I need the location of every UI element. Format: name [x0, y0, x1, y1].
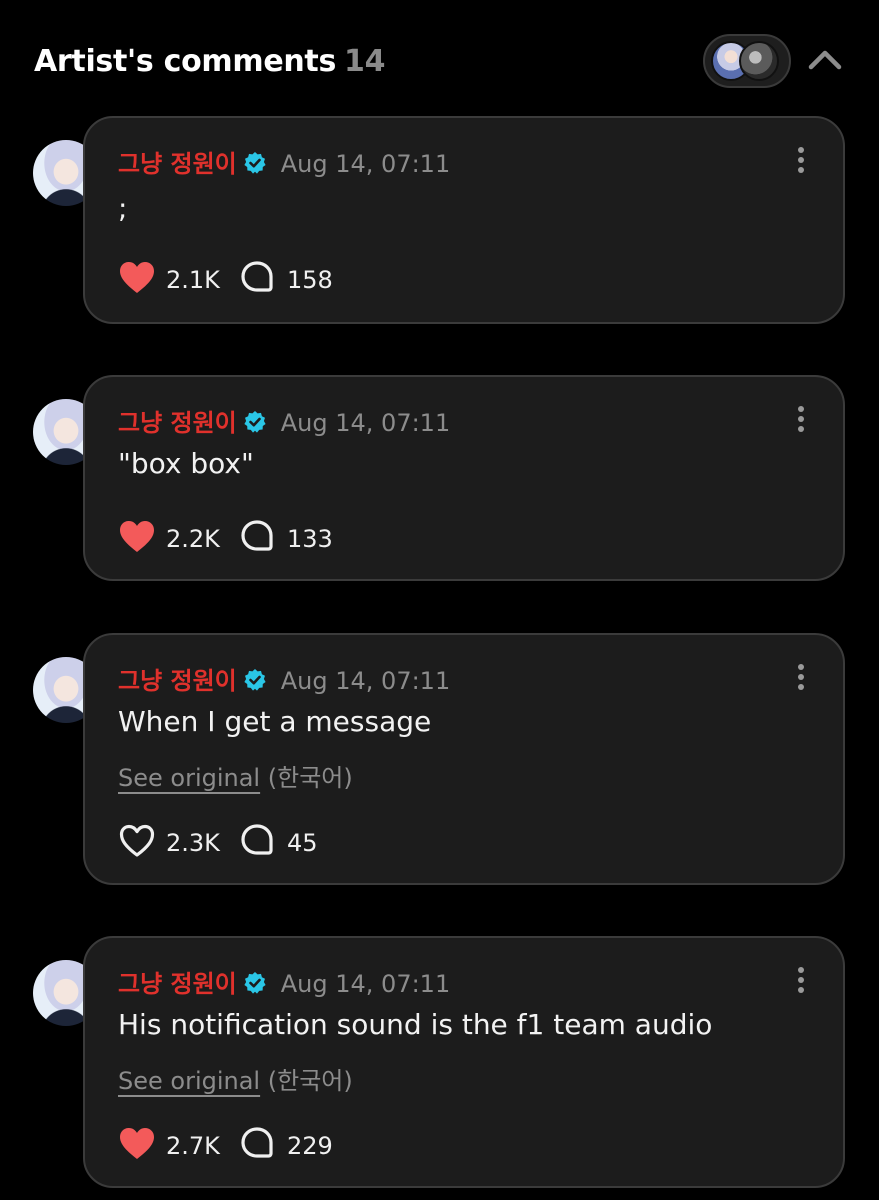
like-count: 2.2K	[166, 525, 220, 553]
author-name[interactable]: 그냥 정원이	[118, 409, 237, 437]
more-vertical-icon[interactable]	[797, 663, 805, 691]
comment-icon[interactable]	[240, 1126, 274, 1160]
see-original: See original (한국어)	[118, 1061, 353, 1096]
verified-icon	[244, 669, 266, 691]
comment-text: "box box"	[118, 447, 254, 480]
comment-date: Aug 14, 07:11	[280, 150, 451, 178]
comment-card[interactable]: 그냥 정원이 Aug 14, 07:11 ; 2.1K 158	[83, 116, 845, 324]
like-count: 2.3K	[166, 829, 220, 857]
heart-icon[interactable]	[118, 1126, 156, 1162]
comment-card[interactable]: 그냥 정원이 Aug 14, 07:11 His notification sou…	[83, 936, 845, 1188]
see-original-link[interactable]: See original	[118, 764, 260, 792]
chevron-up-icon[interactable]	[807, 46, 843, 72]
comment-icon[interactable]	[240, 260, 274, 294]
see-original-link[interactable]: See original	[118, 1067, 260, 1095]
like-count: 2.7K	[166, 1132, 220, 1160]
artist-avatar-2	[739, 41, 779, 81]
comment-meta: 그냥 정원이 Aug 14, 07:11	[118, 403, 450, 438]
section-title: Artist's comments 14	[34, 44, 386, 79]
more-vertical-icon[interactable]	[797, 146, 805, 174]
comment-text: When I get a message	[118, 705, 432, 738]
section-title-label: Artist's comments	[34, 44, 337, 79]
verified-icon	[244, 972, 266, 994]
reply-count: 229	[287, 1132, 333, 1160]
artist-avatars-toggle[interactable]	[703, 34, 791, 88]
author-name[interactable]: 그냥 정원이	[118, 970, 237, 998]
like-count: 2.1K	[166, 266, 220, 294]
comment-count: 14	[344, 44, 386, 79]
original-language: (한국어)	[267, 1067, 353, 1095]
reply-count: 45	[287, 829, 318, 857]
comment-meta: 그냥 정원이 Aug 14, 07:11	[118, 661, 450, 696]
author-name[interactable]: 그냥 정원이	[118, 667, 237, 695]
reply-count: 133	[287, 525, 333, 553]
comment-icon[interactable]	[240, 823, 274, 857]
comment-date: Aug 14, 07:11	[280, 667, 451, 695]
comment-date: Aug 14, 07:11	[280, 970, 451, 998]
verified-icon	[244, 152, 266, 174]
heart-icon[interactable]	[118, 823, 156, 859]
more-vertical-icon[interactable]	[797, 966, 805, 994]
comments-header: Artist's comments 14	[34, 34, 879, 88]
comment-text: ;	[118, 192, 128, 225]
reply-count: 158	[287, 266, 333, 294]
comment-text: His notification sound is the f1 team au…	[118, 1008, 713, 1041]
heart-icon[interactable]	[118, 260, 156, 296]
comment-date: Aug 14, 07:11	[280, 409, 451, 437]
more-vertical-icon[interactable]	[797, 405, 805, 433]
heart-icon[interactable]	[118, 519, 156, 555]
see-original: See original (한국어)	[118, 758, 353, 793]
verified-icon	[244, 411, 266, 433]
comment-icon[interactable]	[240, 519, 274, 553]
comment-meta: 그냥 정원이 Aug 14, 07:11	[118, 144, 450, 179]
comment-card[interactable]: 그냥 정원이 Aug 14, 07:11 "box box" 2.2K 133	[83, 375, 845, 581]
comment-card[interactable]: 그냥 정원이 Aug 14, 07:11 When I get a message…	[83, 633, 845, 885]
comment-meta: 그냥 정원이 Aug 14, 07:11	[118, 964, 450, 999]
author-name[interactable]: 그냥 정원이	[118, 150, 237, 178]
original-language: (한국어)	[267, 764, 353, 792]
